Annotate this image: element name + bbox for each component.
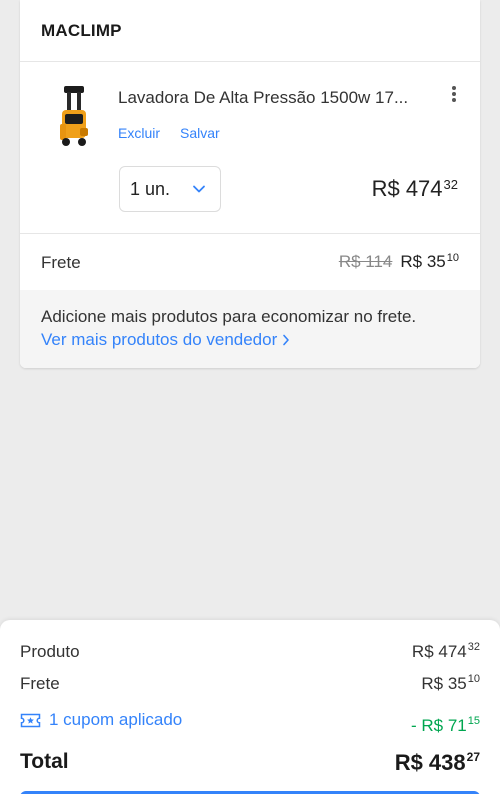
- summary-coupon-row: 1 cupom aplicado - R$ 71 15: [20, 710, 480, 736]
- save-link[interactable]: Salvar: [180, 125, 220, 141]
- summary-total-integer: R$ 438: [394, 750, 466, 775]
- shipping-row: Frete R$ 114 R$ 35 10: [20, 234, 480, 290]
- summary-total-value: R$ 438 27: [395, 750, 480, 776]
- cart-page: MACLIMP Lavadora De Alta Pressão 1500w 1…: [0, 0, 500, 794]
- summary-shipping-row: Frete R$ 35 10: [20, 673, 480, 694]
- seller-header: MACLIMP: [20, 0, 480, 62]
- seller-products-link[interactable]: Ver mais produtos do vendedor: [41, 330, 290, 350]
- chevron-right-icon: [283, 334, 290, 346]
- summary-product-label: Produto: [20, 642, 80, 661]
- shipping-label: Frete: [41, 253, 81, 272]
- summary-total-row: Total R$ 438 27: [20, 750, 480, 776]
- shipping-new-price-cents: 10: [446, 252, 459, 264]
- shipping-old-price: R$ 114: [338, 252, 393, 271]
- quantity-selector[interactable]: 1 un.: [119, 166, 221, 212]
- summary-shipping-value: R$ 35 10: [421, 673, 480, 694]
- coupon-link[interactable]: 1 cupom aplicado: [20, 710, 182, 730]
- seller-card: MACLIMP Lavadora De Alta Pressão 1500w 1…: [20, 0, 480, 368]
- item-price-cents: 32: [443, 177, 458, 192]
- shipping-promo: Adicione mais produtos para economizar n…: [20, 290, 480, 368]
- chevron-down-icon: [193, 185, 205, 193]
- summary-coupon-value: - R$ 71 15: [411, 715, 480, 736]
- product-image[interactable]: [54, 84, 92, 148]
- delete-link[interactable]: Excluir: [118, 125, 160, 141]
- coupon-label: 1 cupom aplicado: [49, 710, 183, 729]
- summary-coupon-cents: 15: [467, 715, 480, 727]
- coupon-icon: [20, 713, 41, 727]
- summary-shipping-label: Frete: [20, 674, 60, 693]
- shipping-prices: R$ 114 R$ 35 10: [339, 252, 459, 272]
- more-options-icon[interactable]: [444, 84, 464, 104]
- seller-name: MACLIMP: [41, 20, 122, 40]
- item-actions: Excluir Salvar: [118, 125, 220, 141]
- shipping-new-price: R$ 35: [400, 252, 446, 271]
- summary-product-integer: R$ 474: [411, 642, 467, 661]
- quantity-value: 1 un.: [130, 178, 171, 199]
- summary-shipping-cents: 10: [467, 673, 480, 685]
- summary-total-cents: 27: [466, 750, 480, 764]
- summary-total-label: Total: [20, 750, 69, 773]
- cart-item: Lavadora De Alta Pressão 1500w 17... Exc…: [20, 62, 480, 234]
- seller-products-link-label: Ver mais produtos do vendedor: [41, 330, 278, 349]
- item-price-integer: R$ 474: [371, 176, 443, 201]
- product-title[interactable]: Lavadora De Alta Pressão 1500w 17...: [118, 88, 408, 108]
- summary-product-value: R$ 474 32: [411, 641, 480, 662]
- item-price: R$ 474 32: [372, 176, 458, 202]
- summary-product-cents: 32: [467, 641, 480, 653]
- order-summary: Produto R$ 474 32 Frete R$ 35 10 1 cupom…: [0, 620, 500, 794]
- promo-text: Adicione mais produtos para economizar n…: [41, 307, 417, 326]
- summary-product-row: Produto R$ 474 32: [20, 641, 480, 662]
- summary-coupon-integer: - R$ 71: [411, 716, 467, 735]
- summary-shipping-integer: R$ 35: [421, 674, 467, 693]
